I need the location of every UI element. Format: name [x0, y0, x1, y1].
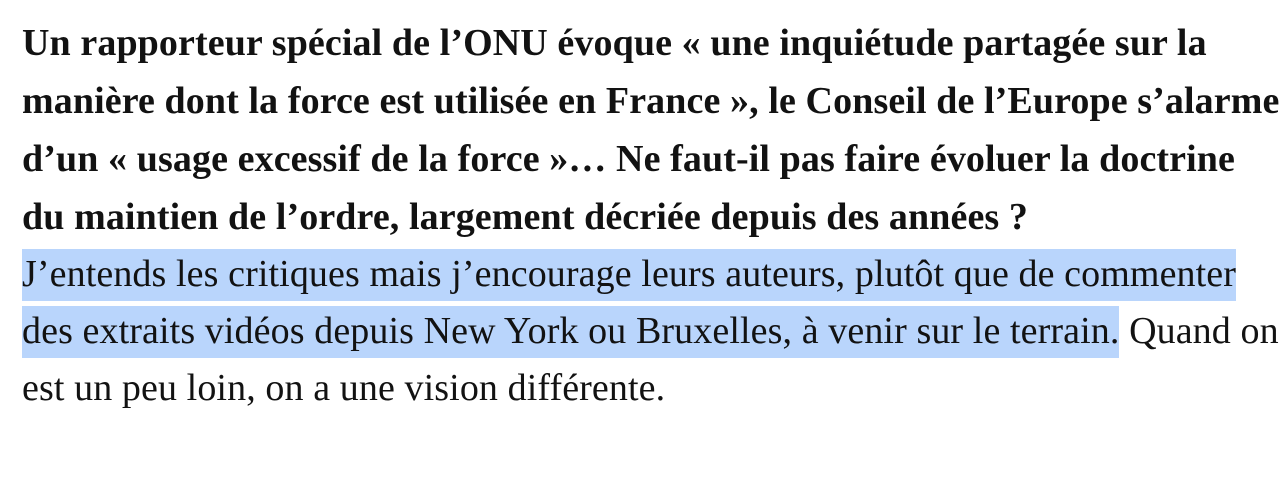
interview-answer: J’entends les critiques mais j’encourage… [22, 246, 1280, 417]
selected-text-highlight[interactable]: J’entends les critiques mais j’encourage… [22, 249, 1237, 358]
interview-question: Un rapporteur spécial de l’ONU évoque « … [22, 22, 1280, 238]
article-excerpt: Un rapporteur spécial de l’ONU évoque « … [22, 14, 1280, 417]
